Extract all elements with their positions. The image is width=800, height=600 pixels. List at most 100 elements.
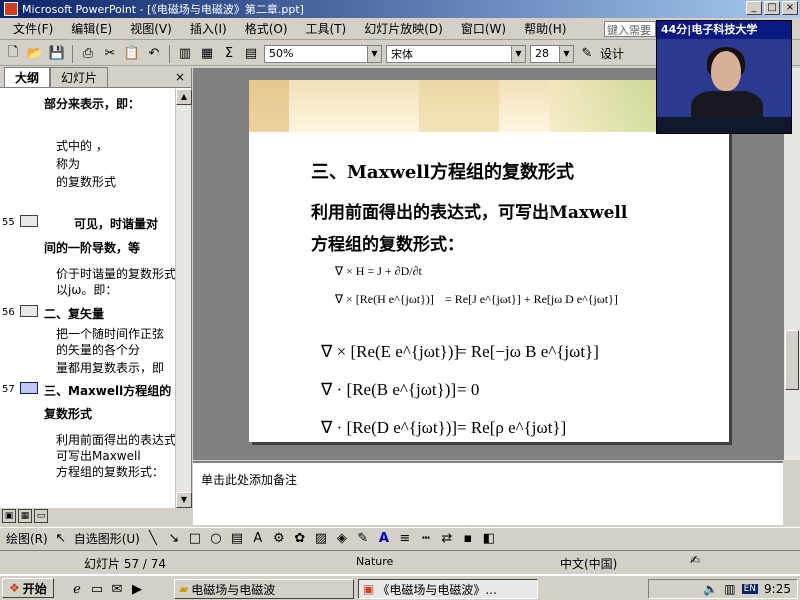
outline-line: 的复数形式 <box>56 175 117 189</box>
line-color-icon[interactable]: ✎ <box>355 531 371 547</box>
menu-insert[interactable]: 插入(I) <box>181 20 236 37</box>
clipart-icon[interactable]: ✿ <box>292 531 308 547</box>
folder-icon: ▰ <box>179 582 189 596</box>
close-button[interactable]: × <box>782 1 798 15</box>
dash-style-icon[interactable]: ┅ <box>418 531 434 547</box>
select-pointer-icon[interactable]: ↖ <box>53 531 69 547</box>
outline-line: 复数形式 <box>44 407 93 421</box>
slide-icon[interactable] <box>20 215 38 227</box>
chart-icon[interactable]: ▥ <box>176 45 194 63</box>
menu-help[interactable]: 帮助(H) <box>515 20 575 37</box>
undo-icon[interactable]: ↶ <box>145 45 163 63</box>
outlook-icon[interactable]: ✉ <box>108 580 126 598</box>
slideshow-view-icon[interactable]: ▭ <box>34 509 48 523</box>
menu-slideshow[interactable]: 幻灯片放映(D) <box>355 20 452 37</box>
close-icon[interactable]: × <box>175 70 185 84</box>
arrow-icon[interactable]: ↘ <box>166 531 182 547</box>
scroll-thumb[interactable] <box>785 330 799 390</box>
sorter-view-icon[interactable]: ▦ <box>18 509 32 523</box>
menu-tools[interactable]: 工具(T) <box>297 20 356 37</box>
menu-format[interactable]: 格式(O) <box>236 20 297 37</box>
maximize-button[interactable]: □ <box>764 1 780 15</box>
oval-icon[interactable]: ○ <box>208 531 224 547</box>
outline-scrollbar[interactable]: ▲ ▼ <box>175 89 192 508</box>
equation-4-left: ∇ · [Re(B e^{jωt})] <box>321 380 457 399</box>
shadow-icon[interactable]: ▪ <box>460 531 476 547</box>
3d-icon[interactable]: ◧ <box>481 531 497 547</box>
paste-icon[interactable]: 📋 <box>123 45 141 63</box>
task-folder[interactable]: ▰ 电磁场与电磁波 <box>174 579 354 599</box>
start-button[interactable]: ❖ 开始 <box>2 578 54 598</box>
ie-icon[interactable]: ℯ <box>68 580 86 598</box>
outline-line: 利用前面得出的表达式 <box>56 433 176 447</box>
font-value: 宋体 <box>391 47 413 61</box>
rectangle-icon[interactable]: □ <box>187 531 203 547</box>
desktop-icon[interactable]: ▭ <box>88 580 106 598</box>
arrow-style-icon[interactable]: ⇄ <box>439 531 455 547</box>
font-select[interactable]: 宋体 ▼ <box>386 44 526 63</box>
wordart-icon[interactable]: A <box>250 531 266 547</box>
draw-menu-button[interactable]: 绘图(R) <box>6 530 48 547</box>
outline-line: 部分来表示，即： <box>44 97 141 111</box>
slide-icon[interactable] <box>20 305 38 317</box>
help-search-input[interactable]: 键入需要 <box>604 21 656 37</box>
slide-number: 57 <box>2 384 15 395</box>
window-title: Microsoft PowerPoint - [《电磁场与电磁波》第二章.ppt… <box>22 3 304 16</box>
design-icon[interactable]: ✎ <box>578 45 596 63</box>
line-style-icon[interactable]: ≡ <box>397 531 413 547</box>
slide-body-line: 利用前面得出的表达式，可写出Maxwell <box>311 203 628 223</box>
volume-icon[interactable]: 🔈 <box>703 582 718 596</box>
outline-line: 以jω。即： <box>56 283 118 297</box>
save-icon[interactable]: 💾 <box>48 45 66 63</box>
notes-pane[interactable]: 单击此处添加备注 <box>193 461 783 525</box>
outline-pane: 大纲 幻灯片 × 部分来表示，即： 式中的 ， 称为 的复数形式 55 可见，时… <box>0 67 192 508</box>
outline-content[interactable]: 部分来表示，即： 式中的 ， 称为 的复数形式 55 可见，时谐量对 间的一阶导… <box>0 89 176 507</box>
tab-slides[interactable]: 幻灯片 <box>50 67 109 87</box>
line-icon[interactable]: ╲ <box>145 531 161 547</box>
task-powerpoint[interactable]: ▣ 《电磁场与电磁波》... <box>358 579 538 599</box>
outline-line: 称为 <box>56 157 81 171</box>
table-icon[interactable]: ▦ <box>198 45 216 63</box>
menu-view[interactable]: 视图(V) <box>121 20 181 37</box>
spellcheck-icon: ✍ <box>690 553 701 567</box>
chevron-down-icon[interactable]: ▼ <box>367 45 381 62</box>
diagram-icon[interactable]: ⚙ <box>271 531 287 547</box>
textbox-icon[interactable]: ▤ <box>229 531 245 547</box>
menu-window[interactable]: 窗口(W) <box>452 20 515 37</box>
slide-canvas[interactable]: 三、Maxwell方程组的复数形式 利用前面得出的表达式，可写出Maxwell … <box>249 80 729 442</box>
minimize-button[interactable]: _ <box>746 1 762 15</box>
slide-icon-selected[interactable] <box>20 382 38 394</box>
chevron-down-icon[interactable]: ▼ <box>511 45 525 62</box>
zoom-select[interactable]: 50% ▼ <box>264 44 382 63</box>
font-size-select[interactable]: 28 ▼ <box>530 44 574 63</box>
equation-4-right: = 0 <box>457 380 480 399</box>
cut-icon[interactable]: ✂ <box>101 45 119 63</box>
scroll-down-icon[interactable]: ▼ <box>176 492 192 508</box>
tab-outline[interactable]: 大纲 <box>4 67 51 87</box>
grid-icon[interactable]: ▤ <box>242 45 260 63</box>
print-icon[interactable]: ⎙ <box>79 45 97 63</box>
normal-view-icon[interactable]: ▣ <box>2 509 16 523</box>
outline-line: 把一个随时间作正弦 <box>56 327 165 341</box>
network-icon[interactable]: ▥ <box>724 582 735 596</box>
powerpoint-icon <box>4 2 18 16</box>
autoshape-button[interactable]: 自选图形(U) <box>74 530 140 547</box>
scroll-up-icon[interactable]: ▲ <box>176 89 192 105</box>
new-icon[interactable]: 🗋 <box>4 45 22 63</box>
fill-color-icon[interactable]: ◈ <box>334 531 350 547</box>
ime-icon[interactable]: EN <box>741 584 759 594</box>
chevron-down-icon[interactable]: ▼ <box>559 45 573 62</box>
open-icon[interactable]: 📂 <box>26 45 44 63</box>
task-folder-label: 电磁场与电磁波 <box>191 582 276 597</box>
design-button[interactable]: 设计 <box>600 45 624 62</box>
menu-file[interactable]: 文件(F) <box>4 20 62 37</box>
menu-edit[interactable]: 编辑(E) <box>62 20 121 37</box>
ppt-task-icon: ▣ <box>363 582 375 596</box>
font-color-icon[interactable]: A <box>376 531 392 547</box>
picture-icon[interactable]: ▨ <box>313 531 329 547</box>
equation-1: ∇ × H = J + ∂D/∂t <box>335 264 422 278</box>
view-buttons: ▣ ▦ ▭ <box>0 509 192 525</box>
sum-icon[interactable]: Σ <box>220 45 238 63</box>
media-icon[interactable]: ▶ <box>128 580 146 598</box>
slide-number: 56 <box>2 307 15 318</box>
